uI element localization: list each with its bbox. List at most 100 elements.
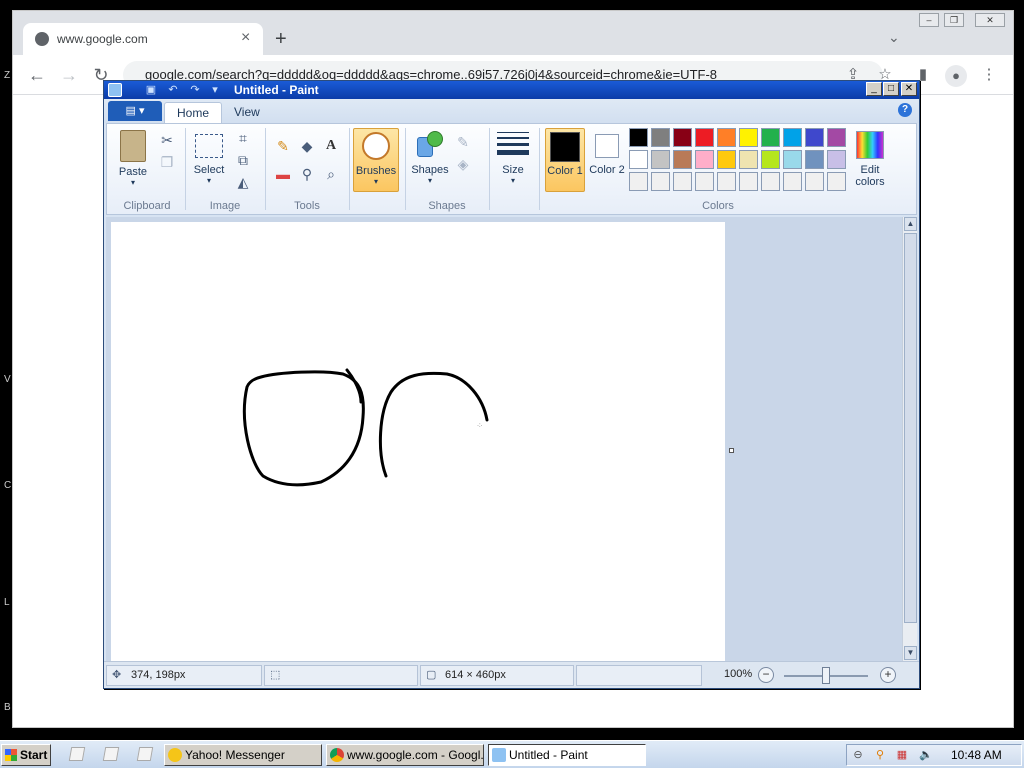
color-picker-icon[interactable]: ⚲ <box>297 164 317 184</box>
outline-icon[interactable]: ✎ <box>453 132 473 152</box>
pencil-icon[interactable]: ✎ <box>273 136 293 156</box>
cut-icon[interactable]: ✂ <box>157 130 177 150</box>
palette-swatch[interactable] <box>629 150 648 169</box>
palette-swatch[interactable] <box>805 172 824 191</box>
scroll-up-icon[interactable]: ▲ <box>904 217 917 231</box>
task-paint[interactable]: Untitled - Paint <box>488 744 646 766</box>
palette-swatch[interactable] <box>827 128 846 147</box>
restore-button[interactable]: ❐ <box>944 13 964 27</box>
palette-swatch[interactable] <box>805 150 824 169</box>
canvas-resize-handle[interactable] <box>729 448 734 453</box>
paste-button[interactable]: Paste ▾ <box>113 128 153 192</box>
task-yahoo-messenger[interactable]: Yahoo! Messenger <box>164 744 322 766</box>
task-chrome[interactable]: www.google.com - Googl... <box>326 744 484 766</box>
search-icon[interactable]: ⚲ <box>873 748 887 762</box>
palette-swatch[interactable] <box>651 128 670 147</box>
zoom-out-button[interactable]: − <box>758 667 774 683</box>
color-palette <box>629 128 851 194</box>
copy-icon[interactable]: ❐ <box>157 152 177 172</box>
palette-swatch[interactable] <box>783 128 802 147</box>
size-button[interactable]: Size ▾ <box>493 128 533 192</box>
palette-swatch[interactable] <box>739 172 758 191</box>
profile-avatar-icon[interactable]: ● <box>945 65 967 87</box>
palette-swatch[interactable] <box>717 128 736 147</box>
help-icon[interactable]: ? <box>898 103 912 117</box>
resize-icon[interactable]: ⧉ <box>233 150 253 170</box>
paint-minimize-button[interactable]: _ <box>866 82 882 96</box>
select-button[interactable]: Select ▾ <box>189 128 229 192</box>
save-icon[interactable]: ▣ <box>144 83 158 97</box>
palette-swatch[interactable] <box>651 150 670 169</box>
back-button[interactable]: ← <box>25 63 49 87</box>
customize-toolbar-icon[interactable]: ▾ <box>208 83 222 97</box>
paint-titlebar[interactable]: ▣ ↶ ↷ ▾ Untitled - Paint _ □ ✕ <box>104 81 919 99</box>
quicklaunch-icon[interactable] <box>68 747 86 761</box>
palette-swatch[interactable] <box>717 172 736 191</box>
minimize-button[interactable]: – <box>919 13 939 27</box>
start-button[interactable]: Start <box>1 744 51 766</box>
new-tab-button[interactable]: + <box>275 29 287 49</box>
collapse-tray-icon[interactable]: ⊖ <box>851 748 865 762</box>
paint-maximize-button[interactable]: □ <box>883 82 899 96</box>
scroll-thumb[interactable] <box>904 233 917 623</box>
undo-icon[interactable]: ↶ <box>166 83 180 97</box>
palette-swatch[interactable] <box>629 128 648 147</box>
palette-swatch[interactable] <box>695 172 714 191</box>
tab-view[interactable]: View <box>222 102 272 123</box>
tab-close-button[interactable]: × <box>241 29 250 47</box>
brushes-button[interactable]: Brushes ▾ <box>353 128 399 192</box>
paint-close-button[interactable]: ✕ <box>901 82 917 96</box>
palette-swatch[interactable] <box>629 172 648 191</box>
palette-swatch[interactable] <box>739 150 758 169</box>
palette-swatch[interactable] <box>827 150 846 169</box>
palette-swatch[interactable] <box>761 172 780 191</box>
palette-swatch[interactable] <box>651 172 670 191</box>
color1-button[interactable]: Color 1 <box>545 128 585 192</box>
palette-swatch[interactable] <box>827 172 846 191</box>
vertical-scrollbar[interactable]: ▲ ▼ <box>902 217 917 661</box>
magnifier-icon[interactable]: ⌕ <box>321 164 341 184</box>
palette-swatch[interactable] <box>695 150 714 169</box>
browser-tab[interactable]: www.google.com × <box>23 23 263 55</box>
shapes-button[interactable]: Shapes ▾ <box>409 128 451 192</box>
forward-button[interactable]: → <box>57 63 81 87</box>
palette-swatch[interactable] <box>783 150 802 169</box>
fill-bucket-icon[interactable]: ◆ <box>297 136 317 156</box>
drawing-canvas[interactable]: ·:· <box>111 222 734 661</box>
paint-app-icon[interactable] <box>108 83 122 97</box>
tab-home[interactable]: Home <box>164 102 223 123</box>
menu-kebab-icon[interactable]: ⋮ <box>979 65 999 85</box>
quicklaunch-icon[interactable] <box>102 747 120 761</box>
file-menu-button[interactable]: ▤ ▾ <box>108 101 162 121</box>
palette-swatch[interactable] <box>783 172 802 191</box>
dropdown-arrow-icon: ▾ <box>373 177 378 186</box>
zoom-in-button[interactable]: + <box>880 667 896 683</box>
canvas-size: 614 × 460px <box>445 669 506 681</box>
scroll-down-icon[interactable]: ▼ <box>904 646 917 660</box>
palette-swatch[interactable] <box>695 128 714 147</box>
eraser-icon[interactable]: ▬ <box>273 164 293 184</box>
group-label-shapes: Shapes <box>428 200 466 212</box>
volume-icon[interactable]: 🔈 <box>919 748 933 762</box>
palette-swatch[interactable] <box>739 128 758 147</box>
palette-swatch[interactable] <box>805 128 824 147</box>
redo-icon[interactable]: ↷ <box>188 83 202 97</box>
close-window-button[interactable]: ✕ <box>975 13 1005 27</box>
network-icon[interactable]: ▦ <box>895 748 909 762</box>
tab-search-button[interactable]: ⌄ <box>888 29 900 46</box>
quicklaunch-icon[interactable] <box>136 747 154 761</box>
fill-icon[interactable]: ◈ <box>453 154 473 174</box>
color2-button[interactable]: Color 2 <box>589 128 625 192</box>
text-tool-icon[interactable]: A <box>321 136 341 156</box>
clock[interactable]: 10:48 AM <box>951 748 1002 762</box>
palette-swatch[interactable] <box>761 128 780 147</box>
palette-swatch[interactable] <box>761 150 780 169</box>
palette-swatch[interactable] <box>673 150 692 169</box>
palette-swatch[interactable] <box>673 172 692 191</box>
crop-icon[interactable]: ⌗ <box>233 128 253 148</box>
palette-swatch[interactable] <box>717 150 736 169</box>
zoom-slider-thumb[interactable] <box>822 667 830 684</box>
palette-swatch[interactable] <box>673 128 692 147</box>
edit-colors-button[interactable]: Edit colors <box>849 128 891 192</box>
rotate-icon[interactable]: ◭ <box>233 172 253 192</box>
